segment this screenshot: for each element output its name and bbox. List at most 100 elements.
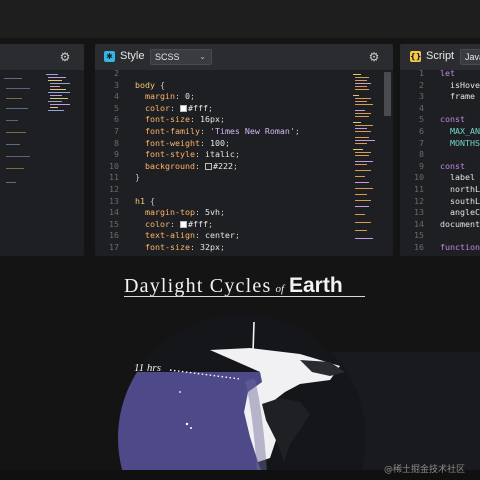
color-swatch-icon[interactable] bbox=[204, 162, 212, 170]
css-val: 5vh bbox=[204, 207, 220, 218]
js-identifier: frame = bbox=[450, 91, 480, 102]
js-keyword: function bbox=[440, 241, 480, 252]
style-preprocessor-value: SCSS bbox=[155, 52, 180, 62]
daylight-hours-label: 11 hrs bbox=[134, 362, 161, 374]
js-constant: MAX_ANG bbox=[450, 125, 480, 136]
title-main: Daylight Cycles bbox=[124, 275, 272, 297]
island-dot bbox=[190, 427, 192, 429]
colon: : bbox=[169, 102, 175, 113]
script-preprocessor-select[interactable]: Java bbox=[460, 49, 480, 65]
title-of: of bbox=[275, 283, 284, 295]
css-prop: text-align bbox=[145, 230, 195, 241]
css-prop: font-size bbox=[145, 114, 190, 125]
chevron-down-icon: ⌄ bbox=[199, 52, 206, 61]
css-prop: color bbox=[145, 218, 170, 229]
style-panel-title: Style bbox=[120, 50, 145, 62]
css-prop: margin bbox=[145, 91, 175, 102]
js-identifier: angleCs bbox=[450, 207, 480, 218]
brace: } bbox=[135, 172, 140, 183]
page-title: Daylight Cycles of Earth bbox=[124, 274, 343, 298]
style-line-numbers: 2 3 4 5 6 7 8 9 10 11 12 13 14 15 16 17 bbox=[109, 68, 119, 252]
title-earth: Earth bbox=[289, 274, 343, 297]
brace: { bbox=[150, 195, 155, 206]
style-preprocessor-select[interactable]: SCSS ⌄ bbox=[150, 49, 212, 65]
css-prop: background bbox=[145, 160, 195, 171]
style-editor-panel: ✱ Style SCSS ⌄ ⚙ 2 3 4 5 6 7 8 9 10 11 1… bbox=[95, 44, 393, 256]
color-swatch-icon[interactable] bbox=[179, 220, 187, 228]
script-panel-title: Script bbox=[426, 50, 455, 62]
semicolon: ; bbox=[234, 230, 240, 241]
watermark: @稀土掘金技术社区 bbox=[384, 465, 466, 475]
js-keyword: const bbox=[440, 160, 465, 171]
style-code-text[interactable]: body { margin: 0; color: #fff; font-size… bbox=[135, 68, 300, 254]
colon: : bbox=[194, 207, 200, 218]
semicolon: ; bbox=[219, 207, 225, 218]
island-dot bbox=[185, 422, 189, 426]
colon: : bbox=[174, 91, 180, 102]
colon: : bbox=[189, 114, 195, 125]
js-constant: MONTHS bbox=[450, 137, 480, 148]
colon: : bbox=[194, 230, 200, 241]
earth-axis-line bbox=[252, 321, 255, 353]
semicolon: ; bbox=[207, 218, 213, 229]
css-val: 100 bbox=[209, 137, 225, 148]
style-scrollbar[interactable] bbox=[384, 72, 391, 116]
css-prop: font-size bbox=[145, 241, 190, 252]
js-identifier: southLa bbox=[450, 195, 480, 206]
semicolon: ; bbox=[232, 160, 238, 171]
css-prop: font-style bbox=[145, 149, 195, 160]
script-line-numbers: 1 2 3 4 5 6 7 8 9 10 11 12 13 14 15 16 bbox=[414, 68, 424, 252]
js-identifier: northLa bbox=[450, 183, 480, 194]
css-val: 32px bbox=[199, 241, 220, 252]
js-keyword: let bbox=[440, 68, 455, 78]
css-val: #fff bbox=[187, 218, 208, 229]
semicolon: ; bbox=[207, 102, 213, 113]
top-toolbar bbox=[0, 0, 480, 38]
css-val: #222 bbox=[212, 160, 233, 171]
style-lang-badge-icon: ✱ bbox=[104, 50, 115, 62]
js-identifier: label = bbox=[450, 172, 480, 183]
css-string: 'Times New Roman' bbox=[209, 125, 295, 136]
island-dot bbox=[179, 391, 181, 393]
css-selector-body: body bbox=[135, 79, 155, 90]
script-panel-header: {} Script Java bbox=[400, 44, 480, 70]
css-prop: margin-top bbox=[145, 207, 195, 218]
css-prop: font-family bbox=[145, 125, 200, 136]
style-minimap bbox=[353, 74, 375, 254]
js-identifier: isHover bbox=[450, 79, 480, 90]
globe bbox=[118, 314, 366, 470]
colon: : bbox=[169, 218, 175, 229]
style-panel-header: ✱ Style SCSS ⌄ ⚙ bbox=[95, 44, 393, 70]
css-val: italic bbox=[204, 149, 235, 160]
title-underline bbox=[124, 296, 365, 297]
color-swatch-icon[interactable] bbox=[179, 104, 187, 112]
script-editor-panel: {} Script Java 1 2 3 4 5 6 7 8 9 10 11 1… bbox=[400, 44, 480, 256]
html-minimap bbox=[46, 74, 70, 194]
html-panel-header: ⚙ bbox=[0, 44, 84, 70]
script-code-text[interactable]: let isHover frame = const MAX_ANG MONTHS… bbox=[440, 68, 480, 254]
script-lang-badge-icon: {} bbox=[410, 50, 422, 62]
html-editor-panel: ⚙ bbox=[0, 44, 84, 256]
css-selector-h1: h1 bbox=[135, 195, 145, 206]
style-settings-gear-icon[interactable]: ⚙ bbox=[367, 50, 381, 64]
js-identifier: document. bbox=[440, 218, 480, 229]
colon: : bbox=[194, 160, 200, 171]
globe-day-side bbox=[118, 372, 262, 470]
semicolon: ; bbox=[234, 149, 240, 160]
semicolon: ; bbox=[224, 137, 230, 148]
html-minimap-left bbox=[4, 78, 34, 218]
css-prop: color bbox=[145, 102, 170, 113]
colon: : bbox=[199, 125, 205, 136]
brace: { bbox=[159, 79, 165, 90]
html-settings-gear-icon[interactable]: ⚙ bbox=[58, 50, 72, 64]
css-prop: font-weight bbox=[145, 137, 200, 148]
css-val: #fff bbox=[187, 102, 208, 113]
css-val: 16px bbox=[199, 114, 220, 125]
colon: : bbox=[199, 137, 205, 148]
colon: : bbox=[194, 149, 200, 160]
semicolon: ; bbox=[219, 114, 225, 125]
script-preprocessor-value: Java bbox=[465, 52, 480, 62]
js-keyword: const bbox=[440, 114, 465, 125]
html-code-area[interactable] bbox=[0, 70, 84, 256]
semicolon: ; bbox=[189, 91, 195, 102]
